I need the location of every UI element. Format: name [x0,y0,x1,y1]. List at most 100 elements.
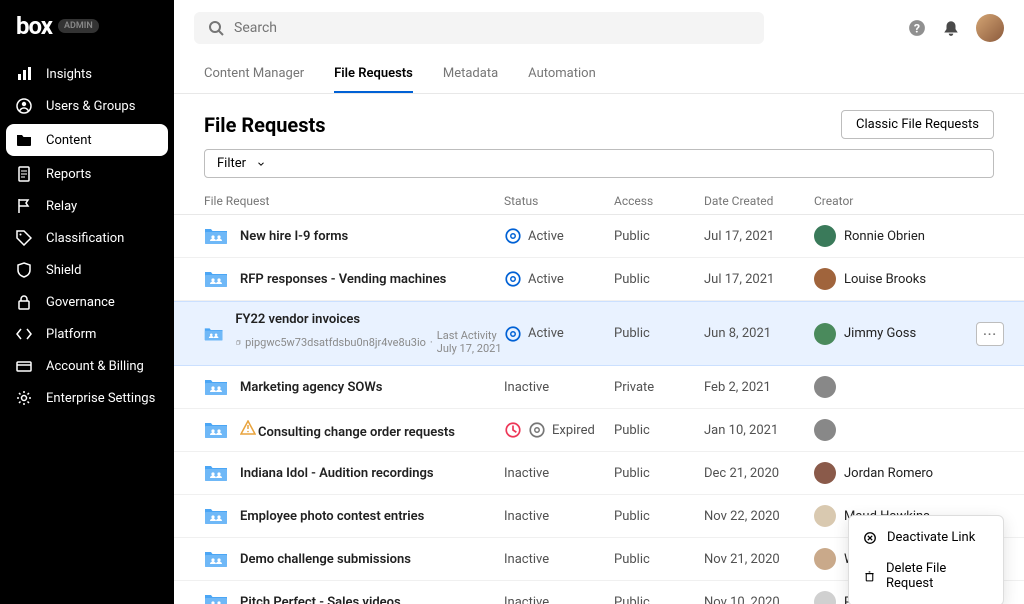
menu-delete-request[interactable]: Delete File Request [849,553,1003,599]
row-status: Active [528,326,564,341]
row-date: Jul 17, 2021 [704,272,814,287]
folder-shared-icon [204,324,223,344]
sidebar-item-platform[interactable]: Platform [0,318,174,350]
sidebar-item-label: Reports [46,167,91,182]
sidebar-item-label: Users & Groups [46,99,135,114]
gear-icon [16,390,32,406]
search-box[interactable] [194,12,764,44]
row-creator: Louise Brooks [844,272,926,287]
row-status: Expired [552,423,595,438]
row-name: Marketing agency SOWs [240,380,383,395]
column-access[interactable]: Access [614,194,704,208]
row-status: Active [528,272,564,287]
menu-deactivate-link[interactable]: Deactivate Link [849,522,1003,553]
help-icon[interactable] [908,19,926,37]
classic-file-requests-button[interactable]: Classic File Requests [841,110,994,139]
tag-icon [16,230,32,246]
row-context-menu: Deactivate Link Delete File Request [848,515,1004,604]
deactivate-icon [863,531,877,545]
row-creator: Jordan Romero [844,466,933,481]
sidebar-item-label: Classification [46,231,124,246]
row-status: Inactive [504,595,549,604]
sidebar-item-insights[interactable]: Insights [0,58,174,90]
table-row[interactable]: Consulting change order requests Expired P… [174,409,1024,452]
link-icon [504,325,522,343]
table-row[interactable]: RFP responses - Vending machinesActivePu… [174,258,1024,301]
row-more-button[interactable]: ··· [976,322,1004,346]
user-avatar[interactable] [976,14,1004,42]
sidebar-item-label: Enterprise Settings [46,391,155,406]
sidebar-item-label: Governance [46,295,115,310]
column-creator[interactable]: Creator [814,194,974,208]
row-date: Nov 22, 2020 [704,509,814,524]
link-icon [504,227,522,245]
column-status[interactable]: Status [504,194,614,208]
trash-icon [863,569,876,583]
row-access: Public [614,466,704,481]
search-input[interactable] [234,20,750,36]
tab-file-requests[interactable]: File Requests [334,56,413,93]
folder-shared-icon [204,549,228,569]
bell-icon[interactable] [942,19,960,37]
row-name: FY22 vendor invoices [235,312,360,327]
row-access: Public [614,552,704,567]
row-name: New hire I-9 forms [240,229,348,244]
row-date: Jul 17, 2021 [704,229,814,244]
sidebar-item-enterprise-settings[interactable]: Enterprise Settings [0,382,174,414]
table-row[interactable]: FY22 vendor invoicespipgwc5w73dsatfdsbu0… [174,301,1024,366]
admin-badge: ADMIN [58,19,99,33]
filter-dropdown[interactable]: Filter [204,149,994,178]
avatar-icon [814,323,836,345]
tab-metadata[interactable]: Metadata [443,56,498,93]
tab-content-manager[interactable]: Content Manager [204,56,304,93]
sidebar-nav: Insights Users & Groups Content Reports Rela… [0,58,174,414]
row-status: Active [528,229,564,244]
column-date-created[interactable]: Date Created [704,194,814,208]
sidebar-item-label: Platform [46,327,96,342]
sidebar-item-label: Relay [46,199,77,214]
bar-chart-icon [16,66,32,82]
row-access: Public [614,272,704,287]
menu-delete-label: Delete File Request [886,561,989,591]
clock-icon [504,421,522,439]
table-row[interactable]: New hire I-9 forms Active PublicJul 17, 20… [174,215,1024,258]
tab-automation[interactable]: Automation [528,56,596,93]
main: Content Manager File Requests Metadata Auto… [174,0,1024,604]
table-row[interactable]: Indiana Idol - Audition recordingsInacti… [174,452,1024,495]
sidebar-item-account-billing[interactable]: Account & Billing [0,350,174,382]
filter-label: Filter [217,156,246,171]
tabs: Content Manager File Requests Metadata Auto… [174,56,1024,94]
avatar-icon [814,268,836,290]
table-row[interactable]: Marketing agency SOWsInactivePrivateFeb … [174,366,1024,409]
card-icon [16,358,32,374]
page-title: File Requests [204,113,326,137]
sidebar-item-shield[interactable]: Shield [0,254,174,286]
sidebar-item-governance[interactable]: Governance [0,286,174,318]
sidebar-item-classification[interactable]: Classification [0,222,174,254]
row-access: Public [614,595,704,604]
row-name: Consulting change order requests [258,425,455,440]
top-bar [174,0,1024,56]
sidebar-item-users-groups[interactable]: Users & Groups [0,90,174,122]
sidebar-item-reports[interactable]: Reports [0,158,174,190]
row-access: Public [614,229,704,244]
sidebar-item-content[interactable]: Content [6,124,168,156]
row-date: Nov 21, 2020 [704,552,814,567]
row-access: Public [614,423,704,438]
avatar-icon [814,505,836,527]
folder-shared-icon [204,506,228,526]
copy-icon[interactable] [235,337,241,348]
sidebar-item-label: Account & Billing [46,359,144,374]
table-body: New hire I-9 formsActivePublicJul 17, 20… [174,215,1024,604]
row-date: Dec 21, 2020 [704,466,814,481]
table-header: File Request Status Access Date Created … [174,188,1024,215]
row-status: Inactive [504,466,549,481]
user-circle-icon [16,98,32,114]
sidebar-item-relay[interactable]: Relay [0,190,174,222]
document-icon [16,166,32,182]
column-file-request[interactable]: File Request [204,194,504,208]
sidebar-header: box ADMIN [0,0,174,52]
brand-logo: box [16,12,52,40]
avatar-icon [814,376,836,398]
folder-shared-icon [204,226,228,246]
